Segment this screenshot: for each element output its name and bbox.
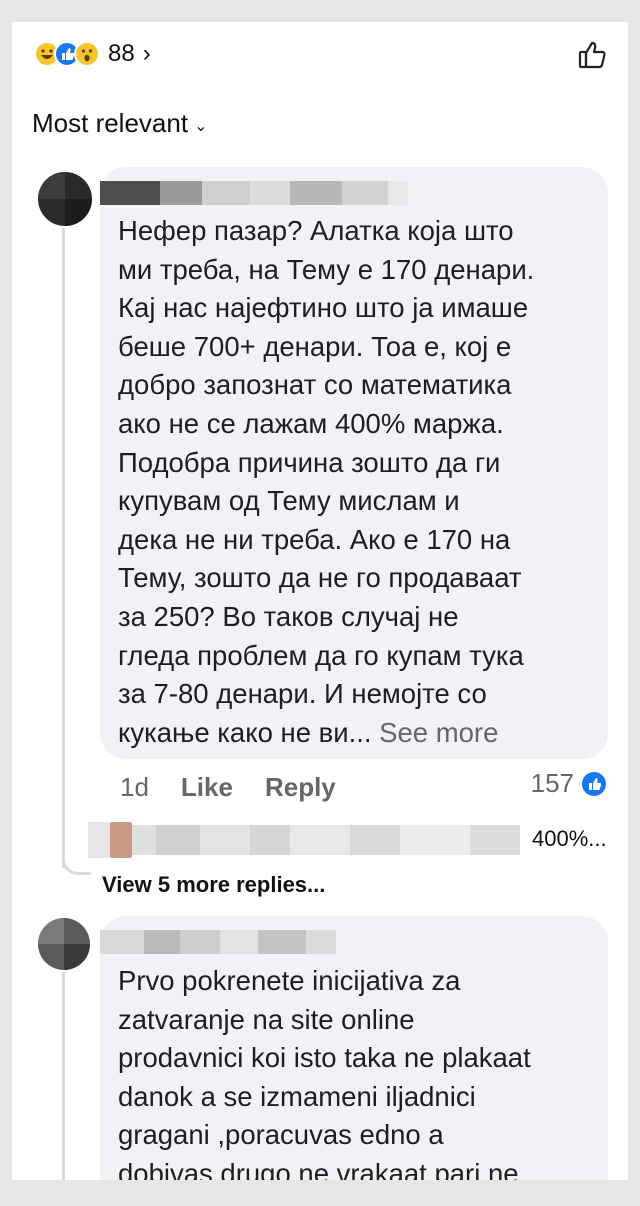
avatar[interactable] xyxy=(38,172,92,226)
comments-panel: 88 › Most relevant ⌄ Нефер пазар? Алатка… xyxy=(12,22,628,1180)
reaction-count: 88 xyxy=(108,40,135,67)
sort-dropdown[interactable]: Most relevant ⌄ xyxy=(32,108,207,139)
comment-text: Нефер пазар? Алатка која што ми треба, н… xyxy=(118,215,535,748)
author-name-blurred[interactable] xyxy=(100,181,408,205)
chevron-down-icon: ⌄ xyxy=(194,117,208,135)
thread-line xyxy=(62,228,65,868)
reply-avatar xyxy=(110,822,132,858)
thread-line xyxy=(62,972,65,1180)
reply-preview-text: 400%... xyxy=(532,826,607,851)
comment-bubble: Prvo pokrenete inicijativa za zatvaranje… xyxy=(100,916,608,1180)
author-name-blurred[interactable] xyxy=(100,930,336,954)
comment-actions: 1d Like Reply xyxy=(120,772,336,803)
like-reaction-icon xyxy=(580,769,608,798)
reply-preview[interactable] xyxy=(88,822,520,858)
chevron-right-icon: › xyxy=(142,40,151,67)
wow-emoji-icon xyxy=(74,41,100,67)
reply-button[interactable]: Reply xyxy=(265,772,336,803)
comment-timestamp[interactable]: 1d xyxy=(120,772,149,803)
thread-connector xyxy=(62,846,91,875)
avatar[interactable] xyxy=(38,918,90,970)
reactions-summary[interactable]: 88 › xyxy=(34,34,151,74)
sort-label: Most relevant xyxy=(32,108,189,138)
comment-bubble: Нефер пазар? Алатка која што ми треба, н… xyxy=(100,167,608,759)
thumbs-up-icon[interactable] xyxy=(576,38,610,72)
comment-reaction-badge[interactable]: 157 xyxy=(531,768,608,799)
view-more-replies-link[interactable]: View 5 more replies... xyxy=(102,872,325,898)
see-more-link[interactable]: See more xyxy=(372,717,498,748)
comment-reaction-count: 157 xyxy=(530,768,574,798)
comment-text: Prvo pokrenete inicijativa za zatvaranje… xyxy=(118,965,531,1180)
like-button[interactable]: Like xyxy=(181,772,233,803)
